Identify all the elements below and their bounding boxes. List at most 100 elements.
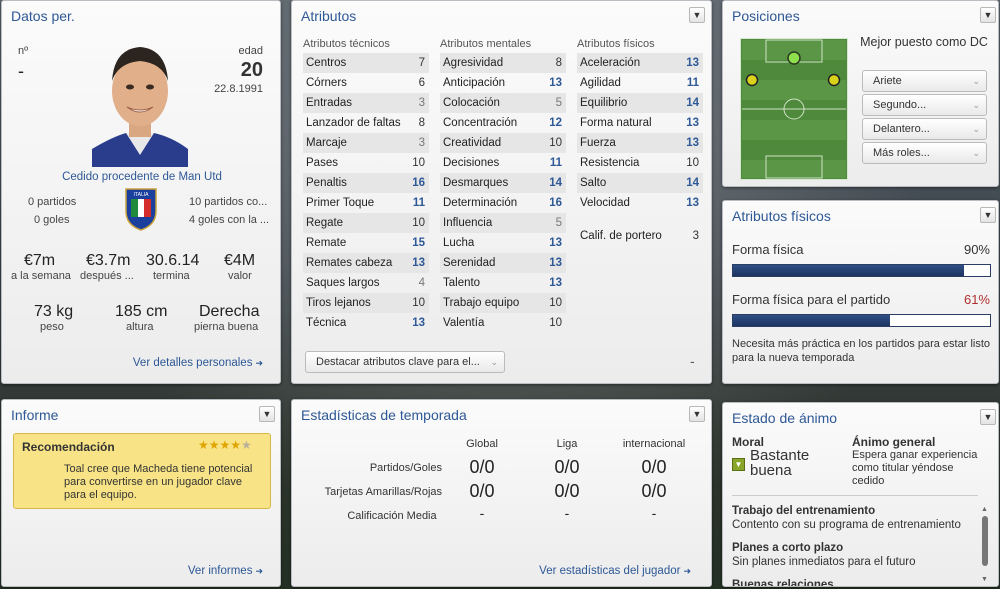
attribute-value: 6 [418,77,425,89]
attribute-name: Creatividad [443,137,502,149]
physical-condition-panel: Atributos físicos ▼ Forma física 90% For… [722,200,999,384]
after-label: después ... [80,270,134,282]
fitness-note: Necesita más práctica en los partidos pa… [732,338,991,364]
role-dropdown[interactable]: Ariete ⌄ [862,70,987,92]
attributes-panel: Atributos ▼ Atributos técnicos Atributos… [291,0,712,384]
attribute-row[interactable]: Remates cabeza 13 [303,253,429,273]
attribute-row[interactable]: Salto 14 [577,173,703,193]
national-apps: 10 partidos co... [189,196,268,208]
scroll-up-icon[interactable]: ▲ [981,506,988,513]
chevron-down-icon[interactable]: ▼ [689,406,705,422]
attribute-name: Trabajo equipo [443,297,520,309]
attribute-row[interactable]: Valentía 10 [440,313,566,333]
gk-value: 3 [692,230,699,242]
attribute-row[interactable]: Saques largos 4 [303,273,429,293]
role-dropdown[interactable]: Más roles... ⌄ [862,142,987,164]
italy-crest-icon[interactable]: ITALIA [124,187,158,231]
report-panel: Informe ▼ Recomendación ★★★★★ Toal cree … [1,399,281,587]
attribute-value: 16 [412,177,425,189]
attribute-row[interactable]: Pases 10 [303,153,429,173]
loan-from-link[interactable]: Cedido procedente de Man Utd [2,171,280,183]
attribute-row[interactable]: Serenidad 13 [440,253,566,273]
attribute-row[interactable]: Marcaje 3 [303,133,429,153]
chevron-down-icon[interactable]: ▼ [259,406,275,422]
highlight-attributes-dropdown[interactable]: Destacar atributos clave para el... ⌄ [305,351,505,373]
attribute-value: 13 [412,317,425,329]
goalkeeper-rating-row: Calif. de portero 3 [577,226,703,246]
reports-link[interactable]: Ver informes ➜ [188,565,263,577]
morale-arrow-icon: ▼ [732,458,745,471]
squad-number-label: nº [18,45,29,57]
pitch-diagram [739,37,849,181]
attribute-row[interactable]: Forma natural 13 [577,113,703,133]
attribute-value: 13 [549,237,562,249]
fitness-label: Forma física [732,242,804,257]
attribute-value: 13 [549,77,562,89]
attribute-row[interactable]: Influencia 5 [440,213,566,233]
attribute-value: 12 [549,117,562,129]
attribute-value: 11 [549,157,562,169]
attribute-row[interactable]: Lanzador de faltas 8 [303,113,429,133]
crest-text: ITALIA [134,192,150,198]
attribute-row[interactable]: Desmarques 14 [440,173,566,193]
attribute-name: Forma natural [580,117,652,129]
attribute-row[interactable]: Talento 13 [440,273,566,293]
attribute-row[interactable]: Técnica 13 [303,313,429,333]
attribute-row[interactable]: Fuerza 13 [577,133,703,153]
attribute-row[interactable]: Aceleración 13 [577,53,703,73]
attribute-row[interactable]: Centros 7 [303,53,429,73]
attribute-row[interactable]: Decisiones 11 [440,153,566,173]
attribute-row[interactable]: Resistencia 10 [577,153,703,173]
chevron-down-icon[interactable]: ▼ [980,409,996,425]
attribute-row[interactable]: Lucha 13 [440,233,566,253]
col-league: Liga [556,438,578,450]
player-value: €4M [224,252,256,269]
mental-header: Atributos mentales [440,38,532,50]
role-dropdown[interactable]: Segundo... ⌄ [862,94,987,116]
gk-label: Calif. de portero [580,230,662,242]
technical-header: Atributos técnicos [303,38,390,50]
panel-title: Atributos físicos [732,208,831,224]
attribute-row[interactable]: Entradas 3 [303,93,429,113]
attribute-name: Lucha [443,237,475,249]
attribute-name: Velocidad [580,197,630,209]
chevron-down-icon[interactable]: ▼ [980,7,996,23]
attribute-name: Salto [580,177,607,189]
attribute-row[interactable]: Agresividad 8 [440,53,566,73]
attribute-row[interactable]: Agilidad 11 [577,73,703,93]
role-label: Segundo... [873,99,927,111]
morale-item-head: Buenas relaciones [732,579,834,587]
chevron-down-icon[interactable]: ▼ [980,207,996,223]
attribute-row[interactable]: Velocidad 13 [577,193,703,213]
attribute-row[interactable]: Trabajo equipo 10 [440,293,566,313]
attribute-row[interactable]: Equilibrio 14 [577,93,703,113]
chevron-down-icon[interactable]: ▼ [689,7,705,23]
scrollbar[interactable]: ▲ ▼ [981,506,989,586]
attribute-row[interactable]: Anticipación 13 [440,73,566,93]
attribute-row[interactable]: Primer Toque 11 [303,193,429,213]
player-stats-link[interactable]: Ver estadísticas del jugador ➜ [539,565,691,577]
attribute-value: 11 [412,197,425,209]
attribute-row[interactable]: Tiros lejanos 10 [303,293,429,313]
scroll-down-icon[interactable]: ▼ [981,576,988,583]
national-goals: 4 goles con la ... [189,214,270,226]
attribute-row[interactable]: Regate 10 [303,213,429,233]
attribute-name: Remate [306,237,347,249]
attribute-row[interactable]: Colocación 5 [440,93,566,113]
attribute-row[interactable]: Córners 6 [303,73,429,93]
fitness-bar [732,264,991,277]
attribute-name: Penaltis [306,177,347,189]
scrollbar-thumb[interactable] [982,516,988,566]
personal-details-link[interactable]: Ver detalles personales ➜ [133,357,263,369]
attribute-row[interactable]: Remate 15 [303,233,429,253]
attribute-row[interactable]: Concentración 12 [440,113,566,133]
attribute-row[interactable]: Penaltis 16 [303,173,429,193]
role-dropdown[interactable]: Delantero... ⌄ [862,118,987,140]
attribute-name: Primer Toque [306,197,375,209]
attribute-name: Fuerza [580,137,616,149]
attribute-value: 3 [418,97,425,109]
attribute-row[interactable]: Determinación 16 [440,193,566,213]
attribute-row[interactable]: Creatividad 10 [440,133,566,153]
height-value: 185 cm [115,303,168,320]
attribute-value: 7 [418,57,425,69]
